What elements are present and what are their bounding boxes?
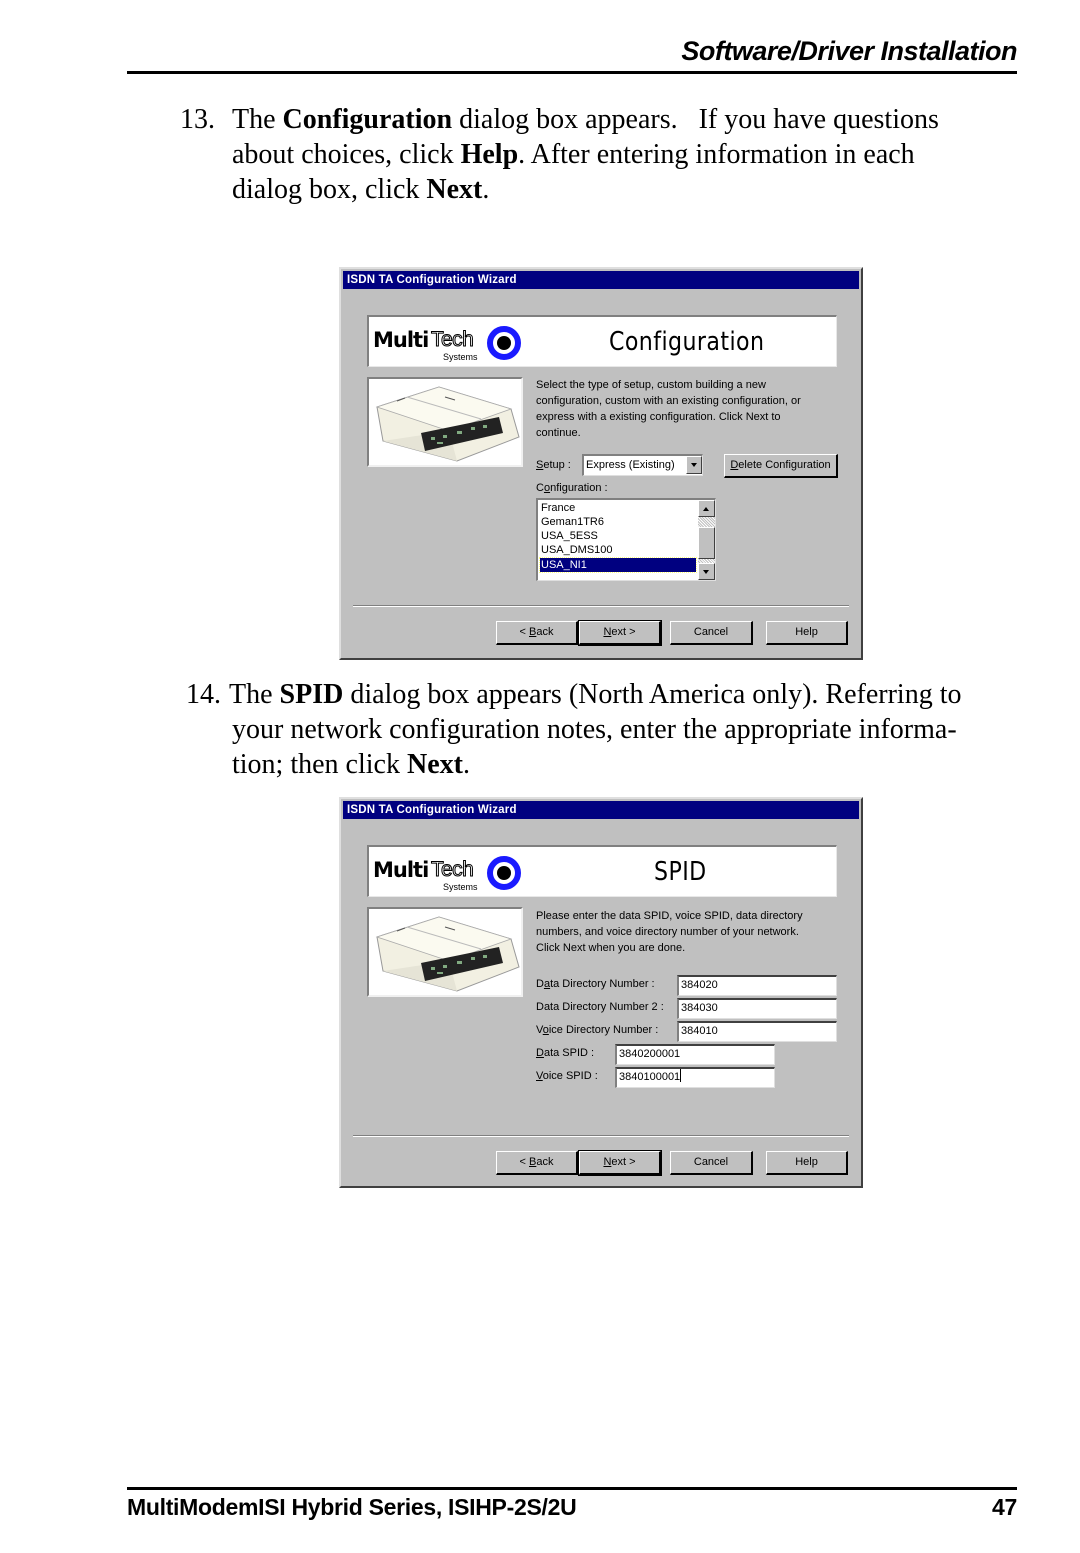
configuration-dialog: ISDN TA Configuration Wizard Multi Tech … xyxy=(339,267,863,660)
scroll-down-icon[interactable] xyxy=(698,563,715,580)
setup-label: Setup : xyxy=(536,459,571,471)
delete-configuration-button[interactable]: Delete Configuration xyxy=(724,454,838,478)
data-spid-label: Data SPID : xyxy=(536,1047,595,1059)
spid-dialog: ISDN TA Configuration Wizard Multi Tech … xyxy=(339,797,863,1188)
modem-image xyxy=(367,907,523,997)
step-line: dialog box, click Next. xyxy=(232,174,490,205)
list-item[interactable]: USA_DMS100 xyxy=(540,543,696,557)
data-spid-input[interactable]: 3840200001 xyxy=(615,1044,775,1065)
voice-directory-number-label: Voice Directory Number : xyxy=(536,1024,659,1036)
modem-image xyxy=(367,377,523,467)
dialog-title-bar[interactable]: ISDN TA Configuration Wizard xyxy=(343,271,859,289)
step-13: 13. The Configuration dialog box appears… xyxy=(180,102,1000,212)
logo-ring-icon xyxy=(487,326,521,360)
next-button[interactable]: Next > xyxy=(578,620,662,646)
step-line: The SPID dialog box appears (North Ameri… xyxy=(229,679,962,710)
dialog-description: Please enter the data SPID, voice SPID, … xyxy=(536,910,803,954)
banner-title: Configuration xyxy=(609,327,765,357)
chevron-down-icon[interactable] xyxy=(686,456,702,474)
step-line: about choices, click Help. After enterin… xyxy=(232,139,915,170)
running-head: Software/Driver Installation xyxy=(681,36,1017,66)
voice-directory-number-input[interactable]: 384010 xyxy=(677,1021,837,1042)
dialog-separator xyxy=(353,1135,849,1137)
dialog-title-bar[interactable]: ISDN TA Configuration Wizard xyxy=(343,801,859,819)
back-button[interactable]: < Back xyxy=(496,621,578,645)
scroll-thumb[interactable] xyxy=(698,527,715,559)
text-caret xyxy=(680,1069,682,1082)
banner: Multi Tech Systems SPID xyxy=(367,845,837,897)
setup-dropdown[interactable]: Express (Existing) xyxy=(582,454,703,476)
voice-spid-label: Voice SPID : xyxy=(536,1070,598,1082)
footer-rule xyxy=(127,1487,1017,1490)
data-directory-number-2-input[interactable]: 384030 xyxy=(677,998,837,1019)
step-line: tion; then click Next. xyxy=(232,749,470,780)
cancel-button[interactable]: Cancel xyxy=(670,621,753,645)
step-text: The Configuration dialog box appears. If… xyxy=(232,102,1002,207)
footer-product-name: MultiModemISI Hybrid Series, ISIHP-2S/2U xyxy=(127,1494,577,1520)
step-text: The SPID dialog box appears (North Ameri… xyxy=(229,677,1012,782)
data-directory-number-label: Data Directory Number : xyxy=(536,978,655,990)
list-item[interactable]: Geman1TR6 xyxy=(540,515,696,529)
voice-spid-input[interactable]: 3840100001 xyxy=(615,1067,775,1088)
page-number: 47 xyxy=(992,1494,1017,1520)
back-button[interactable]: < Back xyxy=(496,1151,578,1175)
step-line: your network configuration notes, enter … xyxy=(232,714,957,745)
logo-ring-icon xyxy=(487,856,521,890)
list-scrollbar[interactable] xyxy=(698,500,715,580)
banner: Multi Tech Systems Configuration xyxy=(367,315,837,367)
step-14: 14. The SPID dialog box appears (North A… xyxy=(186,677,1006,787)
configuration-list[interactable]: France Geman1TR6 USA_5ESS USA_DMS100 USA… xyxy=(536,498,716,581)
step-number: 14. xyxy=(186,679,221,710)
dialog-separator xyxy=(353,605,849,607)
header-rule xyxy=(127,71,1017,74)
help-button[interactable]: Help xyxy=(766,621,848,645)
scroll-up-icon[interactable] xyxy=(698,500,715,517)
list-item[interactable]: USA_5ESS xyxy=(540,529,696,543)
data-directory-number-2-label: Data Directory Number 2 : xyxy=(536,1001,664,1013)
banner-title: SPID xyxy=(654,857,707,887)
modem-icon xyxy=(369,909,521,995)
step-line: The Configuration dialog box appears. If… xyxy=(232,104,939,135)
dialog-description: Select the type of setup, custom buildin… xyxy=(536,379,801,439)
step-number: 13. xyxy=(180,104,215,135)
cancel-button[interactable]: Cancel xyxy=(670,1151,753,1175)
help-button[interactable]: Help xyxy=(766,1151,848,1175)
multitech-logo: Multi Tech Systems xyxy=(373,854,523,892)
next-button[interactable]: Next > xyxy=(578,1150,662,1176)
configuration-label: Configuration : xyxy=(536,482,608,494)
list-item-selected[interactable]: USA_NI1 xyxy=(539,557,697,573)
footer: MultiModemISI Hybrid Series, ISIHP-2S/2U… xyxy=(127,1494,1017,1521)
data-directory-number-input[interactable]: 384020 xyxy=(677,975,837,996)
list-item[interactable]: France xyxy=(540,501,696,515)
modem-icon xyxy=(369,379,521,465)
multitech-logo: Multi Tech Systems xyxy=(373,324,523,362)
